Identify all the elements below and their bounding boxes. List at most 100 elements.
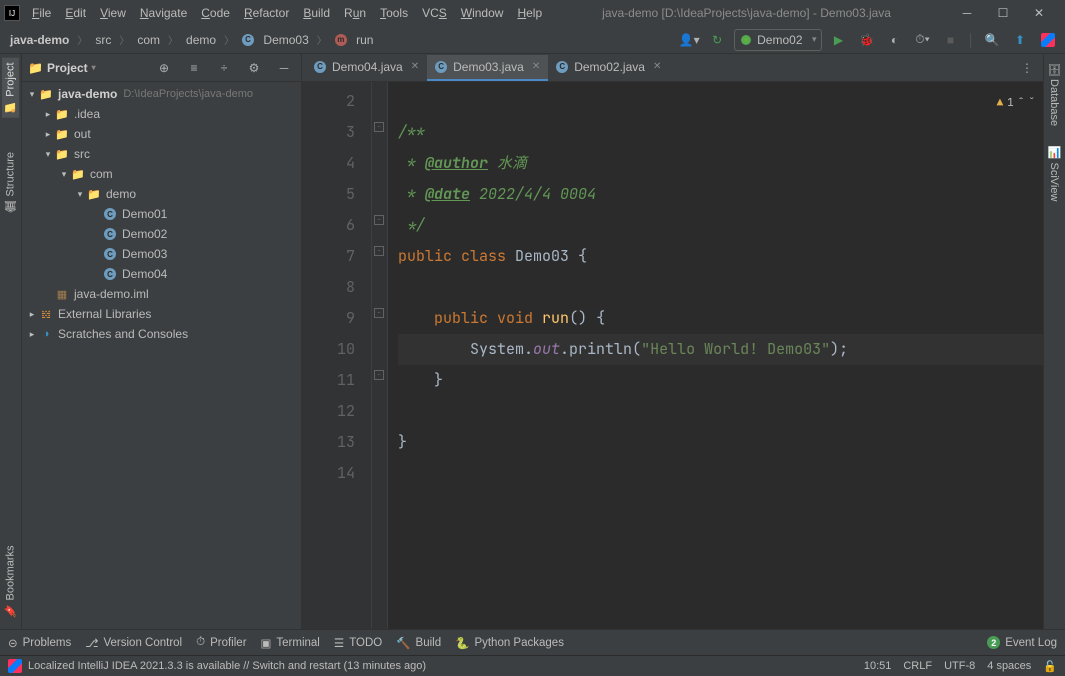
window-minimize-button[interactable]: ─ — [953, 6, 981, 20]
fold-toggle[interactable]: − — [374, 122, 384, 132]
fold-toggle[interactable]: − — [374, 215, 384, 225]
tree-com[interactable]: ▾📁 com — [22, 164, 301, 184]
debug-button[interactable]: 🐞 — [856, 29, 878, 51]
code-line: */ — [398, 210, 1043, 241]
tool-todo[interactable]: ☰TODO — [334, 636, 382, 650]
problems-icon: ⊝ — [8, 636, 18, 650]
close-tab-icon[interactable]: ✕ — [532, 61, 540, 72]
hide-panel-icon[interactable]: ─ — [273, 57, 295, 79]
breadcrumb-sep-icon: 〉 — [315, 32, 329, 47]
menu-code[interactable]: Code — [195, 4, 236, 22]
run-config-selector[interactable]: Demo02 — [734, 29, 821, 51]
tree-out[interactable]: ▸📁 out — [22, 124, 301, 144]
close-tab-icon[interactable]: ✕ — [653, 61, 661, 72]
profile-button[interactable]: ⏱▾ — [912, 29, 934, 51]
fold-column[interactable]: − − − − − — [372, 82, 388, 629]
tree-scratches[interactable]: ▸◑ Scratches and Consoles — [22, 324, 301, 344]
collapse-all-icon[interactable]: ÷ — [213, 57, 235, 79]
breadcrumb-com[interactable]: com — [133, 31, 164, 49]
tool-tab-database[interactable]: 🗄 Database — [1046, 58, 1063, 130]
breadcrumb-demo[interactable]: demo — [182, 31, 220, 49]
tool-python-packages[interactable]: 🐍Python Packages — [455, 636, 564, 650]
tabs-more-icon[interactable]: ⋮ — [1015, 61, 1039, 75]
code-line-current: System.out.println("Hello World! Demo03"… — [398, 334, 1043, 365]
line-separator[interactable]: CRLF — [903, 660, 932, 672]
window-maximize-button[interactable]: ☐ — [989, 6, 1017, 20]
tool-profiler[interactable]: ⏱Profiler — [196, 636, 246, 649]
tool-tab-bookmarks[interactable]: 🔖 Bookmarks — [2, 541, 19, 621]
tab-demo04[interactable]: C Demo04.java ✕ — [306, 55, 427, 81]
fold-toggle[interactable]: − — [374, 370, 384, 380]
menu-tools[interactable]: Tools — [374, 4, 414, 22]
indent-setting[interactable]: 4 spaces — [987, 660, 1031, 672]
breadcrumb-sep-icon: 〉 — [117, 32, 131, 47]
chevron-up-icon[interactable]: ˆ — [1018, 88, 1025, 119]
search-icon[interactable]: 🔍 — [981, 29, 1003, 51]
tree-class-demo03[interactable]: C Demo03 — [22, 244, 301, 264]
breadcrumb-class[interactable]: C Demo03 — [238, 31, 313, 49]
code-line: } — [398, 427, 1043, 458]
menu-file[interactable]: File — [26, 4, 57, 22]
tool-terminal[interactable]: ▣Terminal — [261, 636, 320, 650]
tree-idea[interactable]: ▸📁 .idea — [22, 104, 301, 124]
event-log[interactable]: 2Event Log — [987, 636, 1057, 649]
project-panel-title[interactable]: 📁 Project — [28, 61, 96, 75]
menu-vcs[interactable]: VCS — [416, 4, 453, 22]
tool-build[interactable]: 🔨Build — [396, 636, 441, 650]
select-opened-file-icon[interactable]: ⊕ — [153, 57, 175, 79]
menu-window[interactable]: Window — [455, 4, 510, 22]
code-line: } — [398, 365, 1043, 396]
tool-tab-sciview[interactable]: 📊 SciView — [1046, 142, 1063, 205]
settings-icon[interactable]: ⚙ — [243, 57, 265, 79]
menu-view[interactable]: View — [94, 4, 132, 22]
tab-demo03[interactable]: C Demo03.java ✕ — [427, 55, 548, 81]
breadcrumb-sep-icon: 〉 — [166, 32, 180, 47]
tool-vcs[interactable]: ⎇Version Control — [85, 636, 182, 650]
stop-button[interactable]: ■ — [940, 29, 962, 51]
tree-iml[interactable]: ▦ java-demo.iml — [22, 284, 301, 304]
menu-edit[interactable]: Edit — [59, 4, 92, 22]
tree-class-demo04[interactable]: C Demo04 — [22, 264, 301, 284]
ide-features-icon[interactable] — [1037, 29, 1059, 51]
tree-demo[interactable]: ▾📁 demo — [22, 184, 301, 204]
code-line — [398, 272, 1043, 303]
run-button[interactable]: ▶ — [828, 29, 850, 51]
menu-navigate[interactable]: Navigate — [134, 4, 193, 22]
menu-bar: File Edit View Navigate Code Refactor Bu… — [26, 4, 548, 22]
window-close-button[interactable]: ✕ — [1025, 6, 1053, 20]
sync-icon[interactable]: ↻ — [706, 29, 728, 51]
fold-toggle[interactable]: − — [374, 246, 384, 256]
tool-tab-structure[interactable]: 🏛 Structure — [2, 148, 19, 219]
tree-class-demo02[interactable]: C Demo02 — [22, 224, 301, 244]
update-icon[interactable]: ⬆ — [1009, 29, 1031, 51]
code-editor[interactable]: 2345 6789 1011121314 − − − − − ▲ 1 ˆ ˇ /… — [302, 82, 1043, 629]
coverage-button[interactable]: ◐ — [884, 29, 906, 51]
tree-root[interactable]: ▾📁 java-demo D:\IdeaProjects\java-demo — [22, 84, 301, 104]
python-icon: 🐍 — [455, 636, 469, 650]
tab-demo02[interactable]: C Demo02.java ✕ — [548, 55, 669, 81]
breadcrumb-src[interactable]: src — [91, 31, 115, 49]
breadcrumb-sep-icon: 〉 — [222, 32, 236, 47]
inspection-widget[interactable]: ▲ 1 ˆ ˇ — [997, 88, 1035, 119]
breadcrumb-method[interactable]: m run — [331, 31, 378, 49]
tree-src[interactable]: ▾📁 src — [22, 144, 301, 164]
tree-ext-libs[interactable]: ▸𝍌 External Libraries — [22, 304, 301, 324]
breadcrumb-root[interactable]: java-demo — [6, 31, 73, 49]
menu-refactor[interactable]: Refactor — [238, 4, 295, 22]
caret-position[interactable]: 10:51 — [864, 660, 892, 672]
menu-build[interactable]: Build — [297, 4, 336, 22]
file-encoding[interactable]: UTF-8 — [944, 660, 975, 672]
expand-all-icon[interactable]: ≡ — [183, 57, 205, 79]
menu-help[interactable]: Help — [511, 4, 548, 22]
tool-tab-project[interactable]: 📁 Project — [2, 58, 19, 118]
code-line: * @date 2022/4/4 0004 — [398, 179, 1043, 210]
tool-problems[interactable]: ⊝Problems — [8, 636, 71, 650]
fold-toggle[interactable]: − — [374, 308, 384, 318]
close-tab-icon[interactable]: ✕ — [411, 61, 419, 72]
user-icon[interactable]: 👤▾ — [678, 29, 700, 51]
project-tree: ▾📁 java-demo D:\IdeaProjects\java-demo ▸… — [22, 82, 301, 629]
line-gutter: 2345 6789 1011121314 — [302, 82, 372, 629]
menu-run[interactable]: Run — [338, 4, 372, 22]
tree-class-demo01[interactable]: C Demo01 — [22, 204, 301, 224]
chevron-down-icon[interactable]: ˇ — [1028, 88, 1035, 119]
